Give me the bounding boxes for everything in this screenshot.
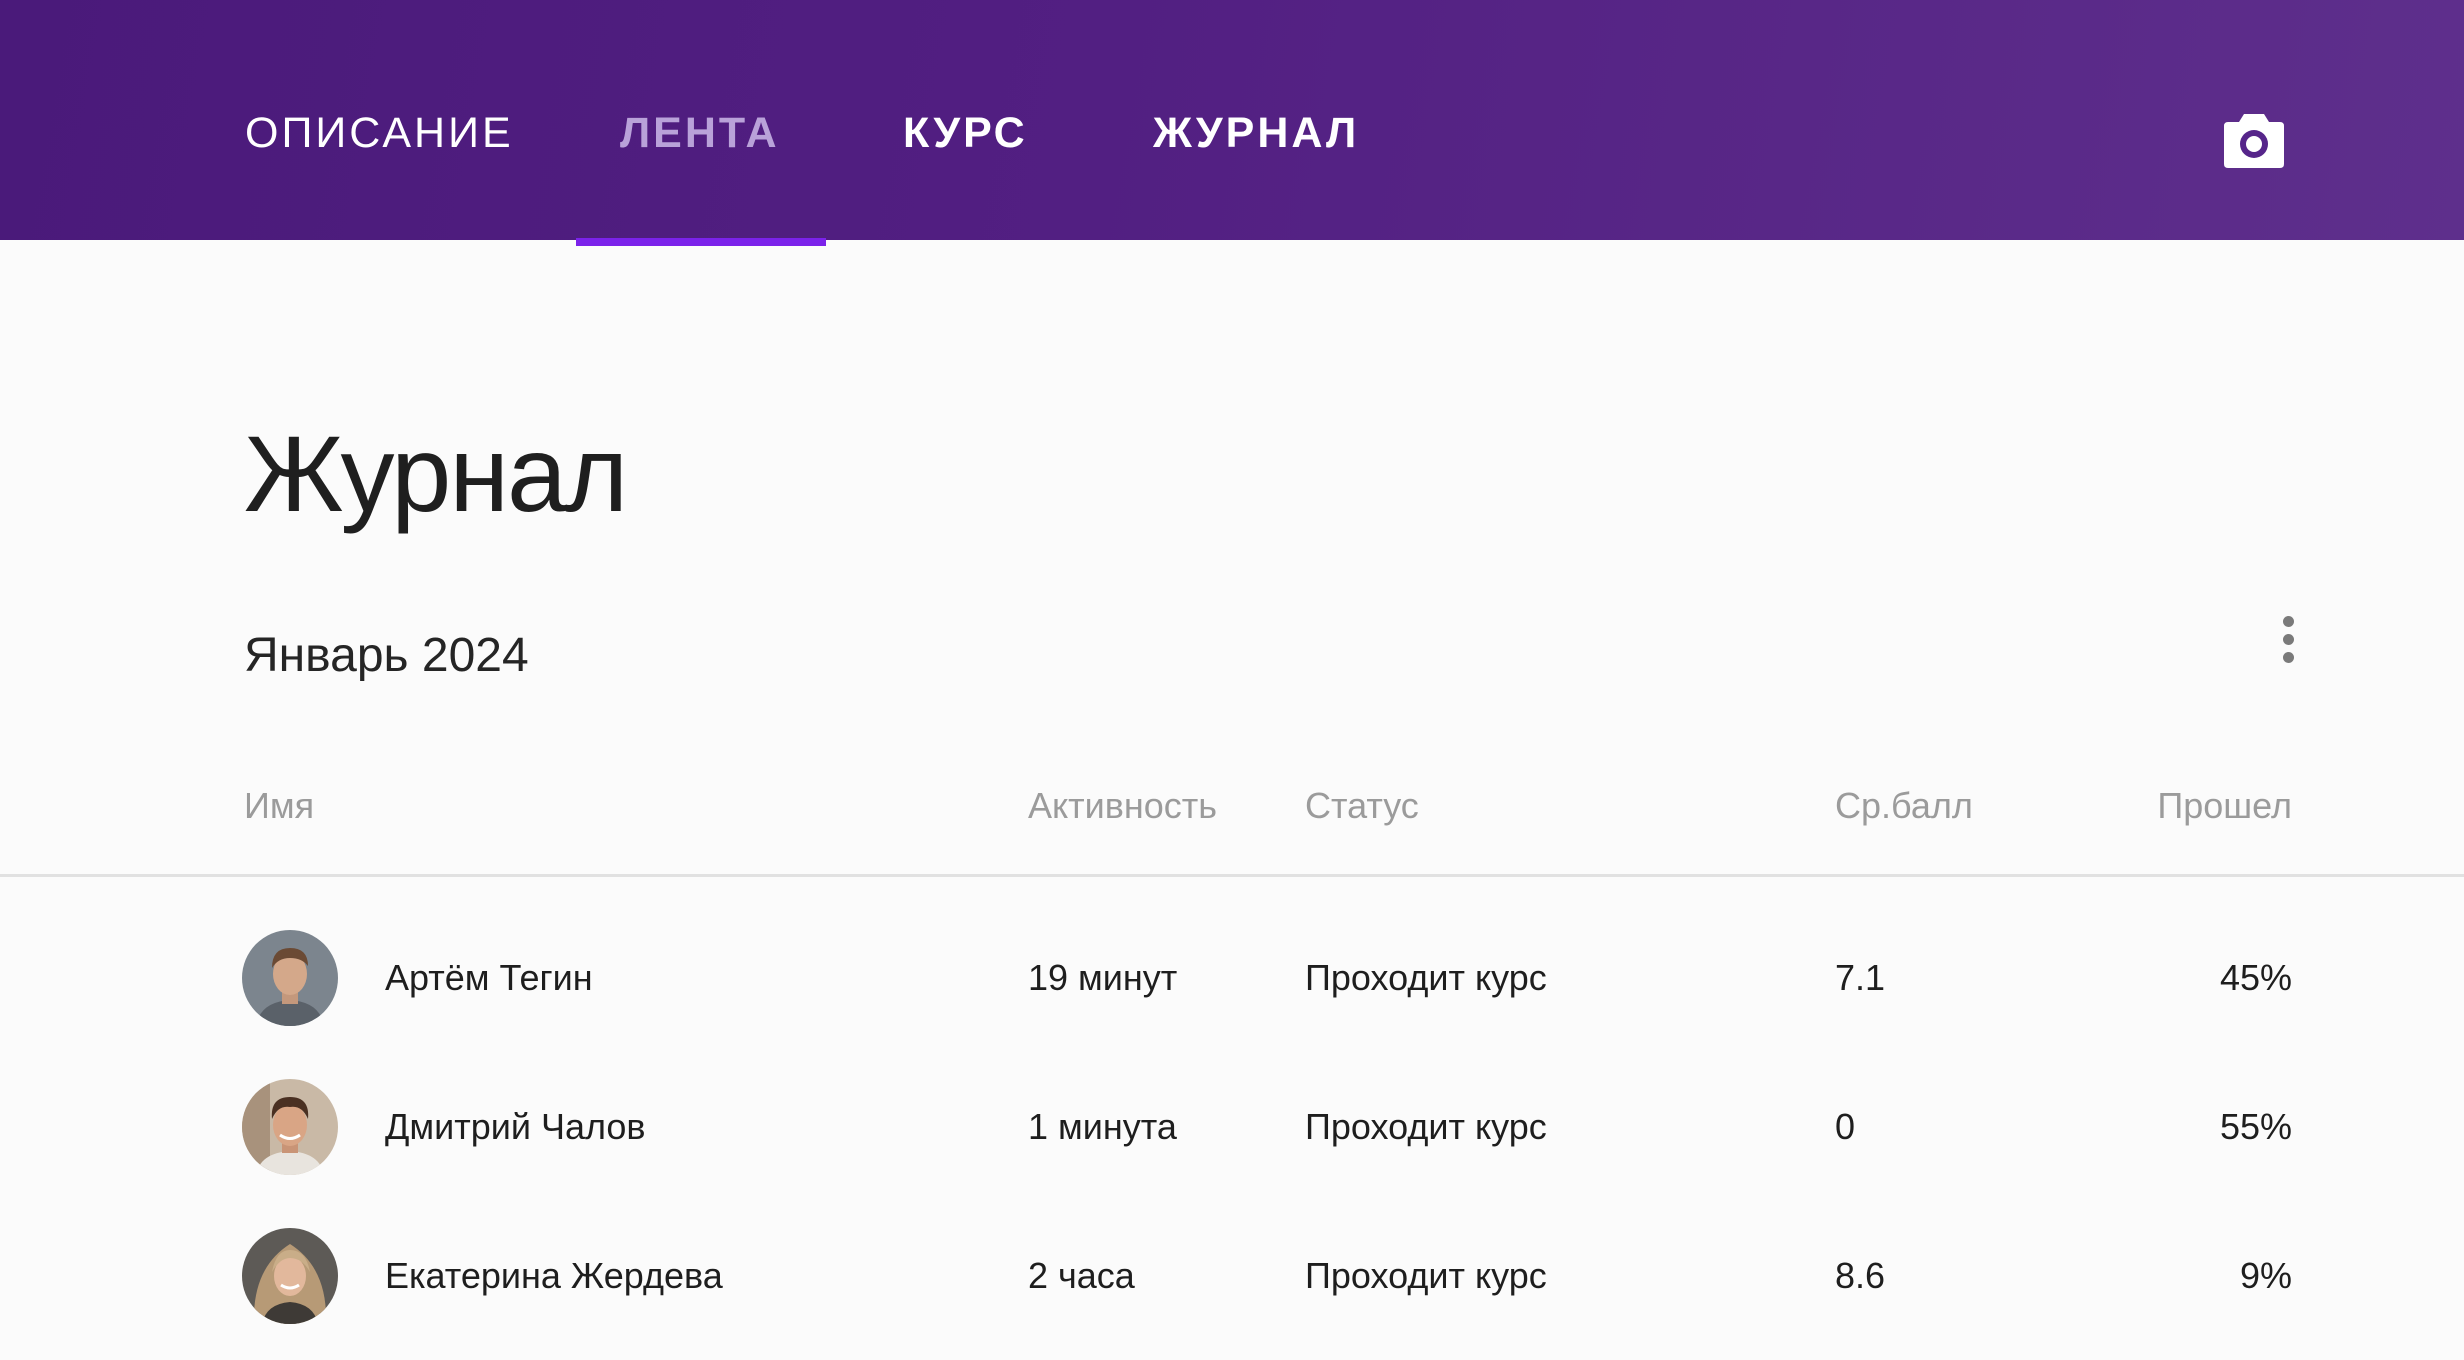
more-options-button[interactable] bbox=[2272, 610, 2304, 670]
avg-score-cell: 8.6 bbox=[1835, 1255, 1886, 1296]
table-row[interactable]: Екатерина Жердева 2 часа Проходит курс 8… bbox=[0, 1206, 2464, 1346]
table-row[interactable]: Дмитрий Чалов 1 минута Проходит курс 0 5… bbox=[0, 1057, 2464, 1197]
column-header-activity[interactable]: Активность bbox=[1028, 788, 1217, 824]
avatar bbox=[242, 1079, 338, 1175]
active-tab-indicator bbox=[576, 238, 826, 246]
progress-cell: 55% bbox=[2219, 1106, 2292, 1147]
page-title: Журнал bbox=[244, 413, 628, 534]
avatar bbox=[242, 1228, 338, 1324]
column-header-avg-score[interactable]: Ср.балл bbox=[1835, 788, 1973, 824]
student-name[interactable]: Дмитрий Чалов bbox=[385, 1109, 646, 1145]
top-nav-bar: ОПИСАНИЕ ЛЕНТА КУРС ЖУРНАЛ bbox=[0, 0, 2464, 240]
progress-cell: 45% bbox=[2219, 957, 2292, 998]
activity-cell: 19 минут bbox=[1028, 957, 1178, 998]
camera-button[interactable] bbox=[2222, 110, 2286, 170]
table-header-divider bbox=[0, 874, 2464, 877]
column-header-name[interactable]: Имя bbox=[244, 788, 314, 824]
status-cell: Проходит курс bbox=[1305, 957, 1547, 998]
avg-score-cell: 0 bbox=[1835, 1106, 1856, 1147]
student-name[interactable]: Артём Тегин bbox=[385, 960, 593, 996]
period-label: Январь 2024 bbox=[244, 629, 529, 682]
avatar bbox=[242, 930, 338, 1026]
activity-cell: 2 часа bbox=[1028, 1255, 1135, 1296]
column-header-status[interactable]: Статус bbox=[1305, 788, 1419, 824]
status-cell: Проходит курс bbox=[1305, 1255, 1547, 1296]
tab-journal[interactable]: ЖУРНАЛ bbox=[1153, 112, 1359, 155]
journal-page: ОПИСАНИЕ ЛЕНТА КУРС ЖУРНАЛ Журнал Январь… bbox=[0, 0, 2464, 1360]
tab-description[interactable]: ОПИСАНИЕ bbox=[245, 112, 514, 155]
camera-icon bbox=[2224, 114, 2284, 168]
table-row[interactable]: Артём Тегин 19 минут Проходит курс 7.1 4… bbox=[0, 908, 2464, 1048]
column-header-progress[interactable]: Прошел bbox=[2157, 788, 2292, 824]
avg-score-cell: 7.1 bbox=[1835, 957, 1886, 998]
activity-cell: 1 минута bbox=[1028, 1106, 1177, 1147]
progress-cell: 9% bbox=[2239, 1255, 2292, 1296]
student-name[interactable]: Екатерина Жердева bbox=[385, 1258, 723, 1294]
tab-feed[interactable]: ЛЕНТА bbox=[620, 112, 780, 155]
tab-course[interactable]: КУРС bbox=[903, 112, 1028, 155]
status-cell: Проходит курс bbox=[1305, 1106, 1547, 1147]
